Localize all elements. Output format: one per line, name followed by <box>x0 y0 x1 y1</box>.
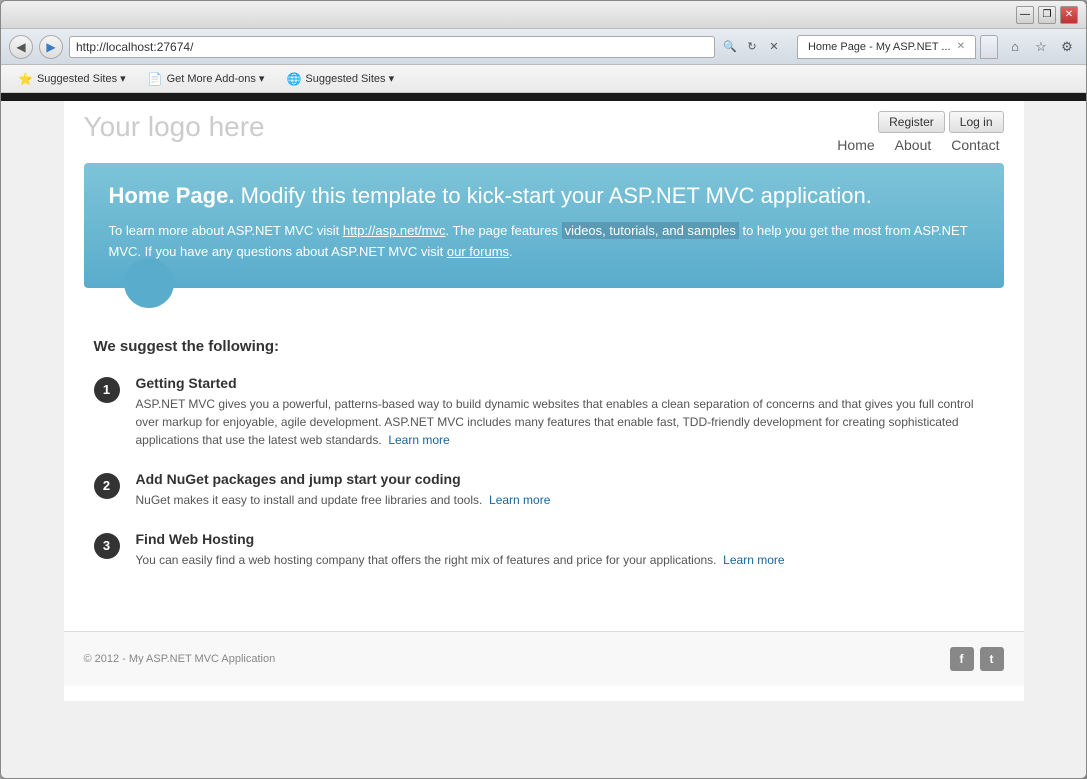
step-circle-3: 3 <box>94 533 120 559</box>
favorites-bar: ⭐ Suggested Sites ▾ 📄 Get More Add-ons ▾… <box>1 65 1086 93</box>
tab-close-button[interactable]: ✕ <box>957 41 965 52</box>
tab-title: Home Page - My ASP.NET ... <box>808 41 951 53</box>
step-link-3[interactable]: Learn more <box>723 553 784 567</box>
close-window-button[interactable]: ✕ <box>1060 6 1078 24</box>
favorites-button[interactable]: ☆ <box>1030 36 1052 58</box>
hero-bubble <box>124 258 174 308</box>
address-bar: ◀ ▶ http://localhost:27674/ 🔍 ↻ ✕ Home P… <box>1 29 1086 65</box>
asp-net-mvc-link[interactable]: http://asp.net/mvc <box>343 223 446 238</box>
our-forums-link[interactable]: our forums <box>447 244 509 259</box>
nav-about[interactable]: About <box>895 137 932 153</box>
hero-body-text4: . <box>509 244 513 259</box>
site-header: Your logo here Register Log in Home Abou… <box>64 101 1024 153</box>
restore-button[interactable]: ❐ <box>1038 6 1056 24</box>
favorites-item-1[interactable]: ⭐ Suggested Sites ▾ <box>9 69 135 89</box>
url-input[interactable]: http://localhost:27674/ <box>69 36 715 58</box>
favorites-globe-icon: 🌐 <box>286 72 301 86</box>
step-circle-2: 2 <box>94 473 120 499</box>
step-circle-1: 1 <box>94 377 120 403</box>
favorites-label-1: Suggested Sites ▾ <box>37 72 126 85</box>
step-title-3: Find Web Hosting <box>136 531 785 547</box>
header-right: Register Log in Home About Contact <box>837 111 1003 153</box>
register-button[interactable]: Register <box>878 111 945 133</box>
step-item-1: 1 Getting Started ASP.NET MVC gives you … <box>94 375 994 449</box>
favorites-item-2[interactable]: 📄 Get More Add-ons ▾ <box>139 69 274 89</box>
browser-window: — ❐ ✕ ◀ ▶ http://localhost:27674/ 🔍 ↻ ✕ … <box>0 0 1087 779</box>
hero-title-rest: Modify this template to kick-start your … <box>241 183 872 208</box>
step-content-3: Find Web Hosting You can easily find a w… <box>136 531 785 569</box>
step-body-3: You can easily find a web hosting compan… <box>136 551 785 569</box>
step-body-2: NuGet makes it easy to install and updat… <box>136 491 551 509</box>
hero-body-text1: To learn more about ASP.NET MVC visit <box>109 223 343 238</box>
address-bar-icons: 🔍 ↻ ✕ <box>721 38 783 56</box>
stop-icon[interactable]: ✕ <box>765 38 783 56</box>
hero-banner: Home Page. Modify this template to kick-… <box>84 163 1004 288</box>
auth-buttons: Register Log in <box>878 111 1003 133</box>
favorites-label-3: Suggested Sites ▾ <box>305 72 394 85</box>
step-title-1: Getting Started <box>136 375 994 391</box>
social-icons: f t <box>950 647 1004 671</box>
step-item-2: 2 Add NuGet packages and jump start your… <box>94 471 994 509</box>
nav-home[interactable]: Home <box>837 137 874 153</box>
twitter-icon[interactable]: t <box>980 647 1004 671</box>
browser-toolbar-right: ⌂ ☆ ⚙ <box>1004 36 1078 58</box>
active-tab[interactable]: Home Page - My ASP.NET ... ✕ <box>797 35 976 59</box>
back-button[interactable]: ◀ <box>9 35 33 59</box>
title-bar: — ❐ ✕ <box>1 1 1086 29</box>
nav-contact[interactable]: Contact <box>951 137 999 153</box>
site-footer: © 2012 - My ASP.NET MVC Application f t <box>64 631 1024 686</box>
step-title-2: Add NuGet packages and jump start your c… <box>136 471 551 487</box>
website-wrapper: Your logo here Register Log in Home Abou… <box>64 101 1024 701</box>
site-logo: Your logo here <box>84 111 265 143</box>
step-link-1[interactable]: Learn more <box>388 433 449 447</box>
hero-highlight: videos, tutorials, and samples <box>562 222 739 239</box>
facebook-icon[interactable]: f <box>950 647 974 671</box>
step-content-2: Add NuGet packages and jump start your c… <box>136 471 551 509</box>
refresh-icon[interactable]: ↻ <box>743 38 761 56</box>
login-button[interactable]: Log in <box>949 111 1004 133</box>
tab-bar: Home Page - My ASP.NET ... ✕ <box>797 35 998 59</box>
new-tab-button[interactable] <box>980 35 998 59</box>
favorites-doc-icon: 📄 <box>148 72 163 86</box>
hero-title: Home Page. Modify this template to kick-… <box>109 183 979 209</box>
hero-title-bold: Home Page. <box>109 183 235 208</box>
step-link-2[interactable]: Learn more <box>489 493 550 507</box>
suggest-section: We suggest the following: 1 Getting Star… <box>64 298 1024 611</box>
suggest-heading: We suggest the following: <box>94 338 994 355</box>
step-content-1: Getting Started ASP.NET MVC gives you a … <box>136 375 994 449</box>
search-icon[interactable]: 🔍 <box>721 38 739 56</box>
window-controls: — ❐ ✕ <box>1016 6 1078 24</box>
hero-body-text2: . The page features <box>445 223 561 238</box>
forward-button[interactable]: ▶ <box>39 35 63 59</box>
site-nav: Home About Contact <box>837 137 999 153</box>
favorites-item-3[interactable]: 🌐 Suggested Sites ▾ <box>277 69 403 89</box>
hero-body: To learn more about ASP.NET MVC visit ht… <box>109 221 979 263</box>
step-body-1: ASP.NET MVC gives you a powerful, patter… <box>136 395 994 449</box>
favorites-label-2: Get More Add-ons ▾ <box>167 72 265 85</box>
favorites-star-icon: ⭐ <box>18 72 33 86</box>
minimize-button[interactable]: — <box>1016 6 1034 24</box>
browser-body: Your logo here Register Log in Home Abou… <box>1 101 1086 779</box>
black-divider-bar <box>1 93 1086 101</box>
footer-copyright: © 2012 - My ASP.NET MVC Application <box>84 653 276 665</box>
home-button[interactable]: ⌂ <box>1004 36 1026 58</box>
page-content: Your logo here Register Log in Home Abou… <box>1 101 1086 779</box>
settings-button[interactable]: ⚙ <box>1056 36 1078 58</box>
step-item-3: 3 Find Web Hosting You can easily find a… <box>94 531 994 569</box>
